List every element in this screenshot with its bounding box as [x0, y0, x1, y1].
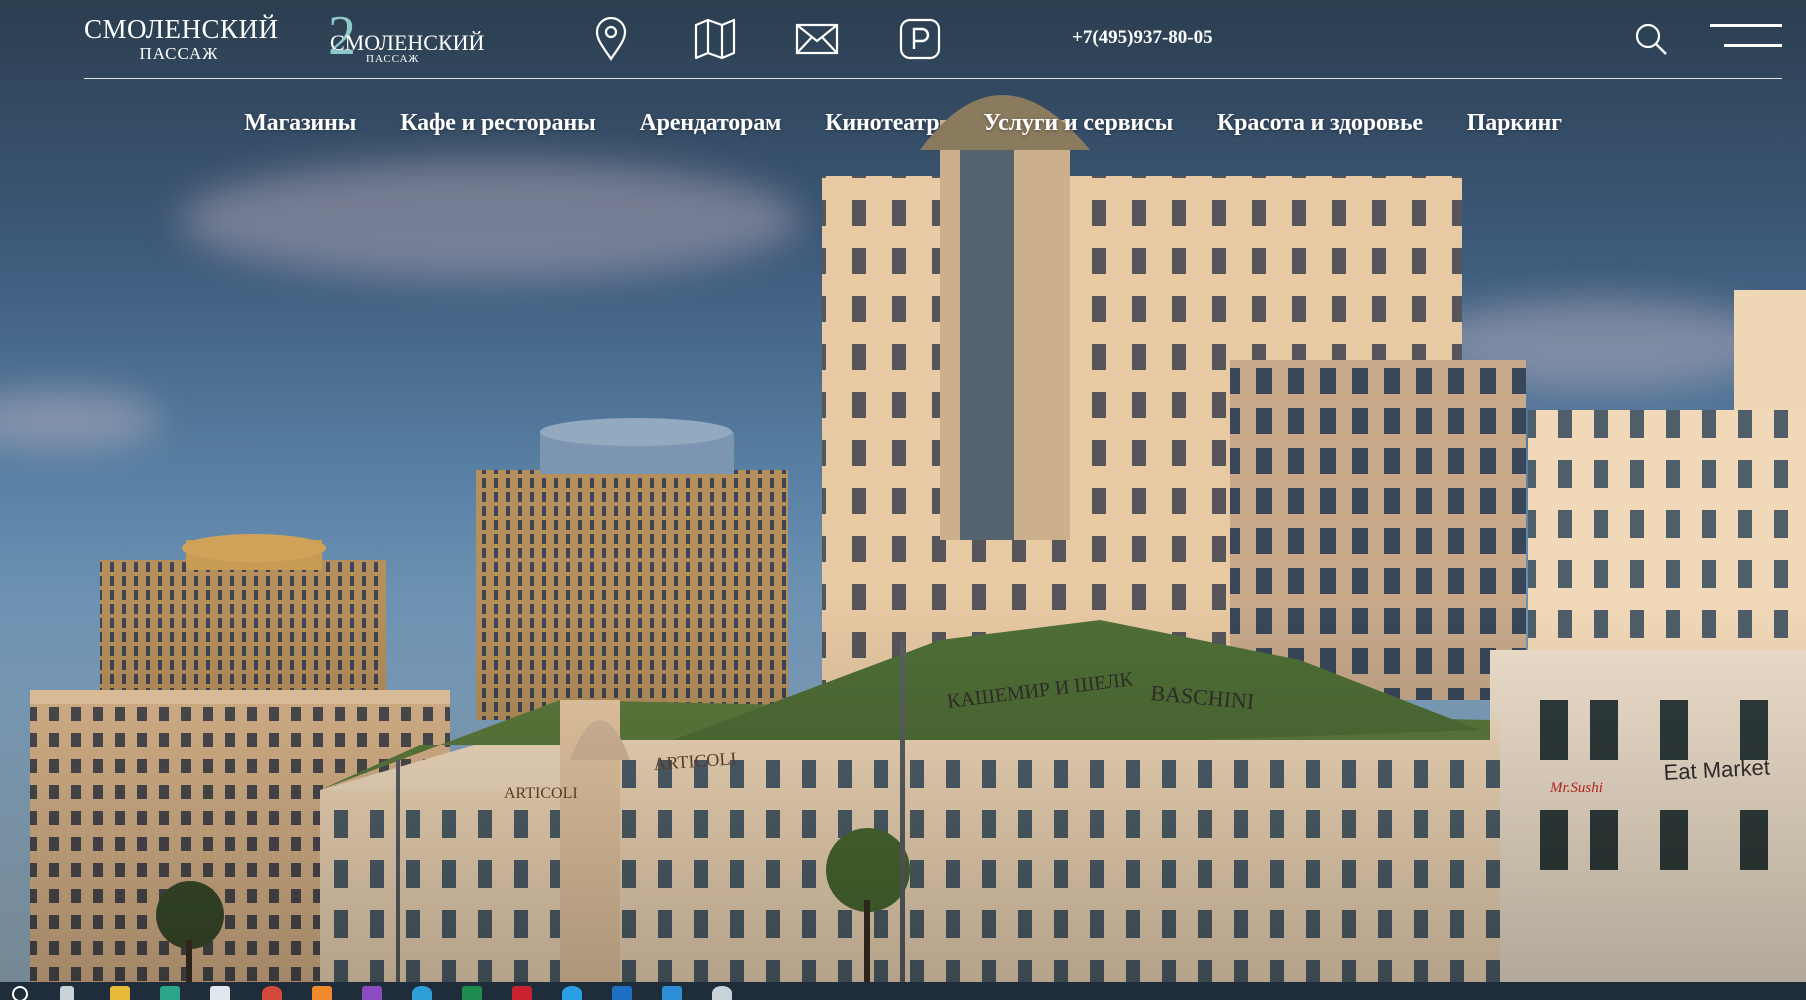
menu-line [1724, 44, 1782, 47]
site-header: СМОЛЕНСКИЙ ПАССАЖ 2 СМОЛЕНСКИЙ ПАССАЖ +7… [0, 0, 1806, 80]
logo-line2: ПАССАЖ [139, 44, 219, 63]
location-pin-icon[interactable] [592, 16, 630, 62]
os-taskbar [0, 982, 1806, 1000]
taskbar-app-icon[interactable] [712, 986, 732, 1000]
menu-line [1710, 24, 1782, 27]
taskbar-edge-icon[interactable] [412, 986, 432, 1000]
taskbar-taskview-icon[interactable] [60, 986, 74, 1000]
logo-smolensky-passage-2[interactable]: 2 СМОЛЕНСКИЙ ПАССАЖ [328, 8, 484, 65]
nav-item-tenants[interactable]: Арендаторам [640, 110, 782, 150]
taskbar-chrome-icon[interactable] [262, 986, 282, 1000]
taskbar-app-icon[interactable] [362, 986, 382, 1000]
nav-item-shops[interactable]: Магазины [244, 110, 356, 150]
parking-icon[interactable] [898, 16, 942, 62]
map-icon[interactable] [692, 16, 738, 62]
sign-text: Mr.Sushi [1549, 780, 1603, 796]
sign-text: ARTICOLI [504, 785, 578, 802]
logo-line2: ПАССАЖ [366, 53, 420, 65]
page: КАШЕМИР И ШЕЛК BASCHINI ARTICOLI ARTICOL… [0, 0, 1806, 1000]
taskbar-outlook-icon[interactable] [612, 986, 632, 1000]
taskbar-app-icon[interactable] [662, 986, 682, 1000]
header-divider [84, 78, 1782, 79]
nav-item-parking[interactable]: Паркинг [1467, 110, 1562, 150]
nav-item-cinema[interactable]: Кинотеатр [825, 110, 939, 150]
taskbar-explorer-icon[interactable] [110, 986, 130, 1000]
taskbar-excel-icon[interactable] [462, 986, 482, 1000]
taskbar-app-icon[interactable] [160, 986, 180, 1000]
nav-item-beauty[interactable]: Красота и здоровье [1217, 110, 1423, 150]
menu-icon[interactable] [1710, 24, 1782, 50]
nav-item-services[interactable]: Услуги и сервисы [983, 110, 1173, 150]
logo-line1: СМОЛЕНСКИЙ [84, 14, 279, 44]
phone-link[interactable]: +7(495)937-80-05 [1072, 27, 1213, 49]
taskbar-notepad-icon[interactable] [210, 986, 230, 1000]
taskbar-app-icon[interactable] [512, 986, 532, 1000]
mail-icon[interactable] [794, 16, 840, 62]
search-icon[interactable] [1634, 22, 1668, 56]
taskbar-app-icon[interactable] [562, 986, 582, 1000]
nav-item-cafes[interactable]: Кафе и рестораны [400, 110, 596, 150]
taskbar-search-icon[interactable] [12, 986, 28, 1000]
main-nav: Магазины Кафе и рестораны Арендаторам Ки… [0, 110, 1806, 150]
logo-smolensky-passage[interactable]: СМОЛЕНСКИЙ ПАССАЖ [84, 14, 279, 63]
taskbar-app-icon[interactable] [312, 986, 332, 1000]
logo-line1: СМОЛЕНСКИЙ [330, 30, 485, 55]
hero-image: КАШЕМИР И ШЕЛК BASCHINI ARTICOLI ARTICOL… [0, 95, 1806, 982]
